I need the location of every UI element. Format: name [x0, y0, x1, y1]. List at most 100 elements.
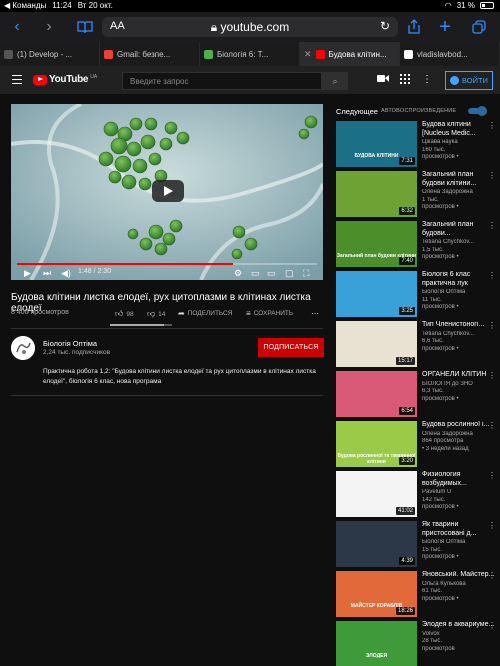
subscribe-button[interactable]: ПОДПИСАТЬСЯ: [258, 338, 324, 357]
next-video-icon[interactable]: ⏭︎: [43, 267, 51, 279]
video-thumbnail[interactable]: Загальний план будови клітини 7:40: [336, 221, 417, 267]
video-thumbnail[interactable]: 41:02: [336, 471, 417, 517]
recommended-channel: Олена Задорожна: [422, 189, 473, 195]
big-play-button[interactable]: [152, 180, 184, 202]
like-count: 98: [126, 310, 134, 318]
more-options-icon[interactable]: ⋮: [488, 571, 496, 580]
browser-toolbar: ‹ › AA 🔒︎ youtube.com ↻ +: [0, 12, 500, 42]
browser-tab[interactable]: ✕ Будова клітин...: [300, 42, 400, 66]
youtube-logo[interactable]: YouTube UA: [33, 74, 97, 85]
settings-gear-icon[interactable]: ⚙︎: [234, 267, 242, 279]
browser-tab[interactable]: Біологія 6: Т...: [200, 42, 300, 66]
more-options-icon[interactable]: ⋮: [488, 221, 496, 230]
recommended-channel: Олена Задорожна: [422, 430, 473, 437]
divider: [11, 328, 323, 329]
new-tab-icon[interactable]: +: [434, 16, 456, 38]
dislike-button[interactable]: 👎︎ 14: [147, 309, 165, 319]
recommended-video[interactable]: 4:39 Як тварини пристосовані д... Біологія…: [336, 521, 496, 567]
more-options-icon[interactable]: ⋮: [488, 171, 496, 180]
recommended-video[interactable]: БУДОВА КЛІТИНИ 7:31 Будова клітини [Nucleu…: [336, 121, 496, 167]
divider: [11, 395, 323, 396]
recommended-video[interactable]: 6:32 Загальний план будови клітини... Олен…: [336, 171, 496, 217]
video-thumbnail[interactable]: 3:25: [336, 271, 417, 317]
address-bar[interactable]: AA 🔒︎ youtube.com ↻: [102, 17, 398, 37]
recommended-video[interactable]: ЭЛОДЕЯ Элодея в аквариуме... Volvox 28 тыс.…: [336, 621, 496, 666]
recommended-title: Тип Членистоногі...: [422, 321, 485, 328]
video-thumbnail[interactable]: 6:54: [336, 371, 417, 417]
duration-badge: 6:32: [399, 207, 415, 215]
video-player[interactable]: ▶ ⏭︎ ◀︎) 1:48 / 2:30 ⚙︎ ▭ ▭ ▢ ⛶: [11, 104, 323, 280]
autoplay-toggle[interactable]: [468, 106, 487, 116]
dislike-count: 14: [158, 310, 166, 318]
video-thumbnail[interactable]: 6:32: [336, 171, 417, 217]
browser-tab[interactable]: vladislavbod...: [400, 42, 500, 66]
recommended-title: Загальний план будови клітини...: [422, 171, 477, 187]
video-thumbnail[interactable]: БУДОВА КЛІТИНИ 7:31: [336, 121, 417, 167]
save-button[interactable]: ≡ СОХРАНИТЬ: [246, 309, 293, 318]
recommended-views: 11 тыс.: [422, 296, 442, 303]
duration-badge: 3:20: [399, 457, 415, 465]
channel-name[interactable]: Біологія Оптіма: [43, 339, 97, 348]
video-thumbnail[interactable]: МАЙСТЕР КОРАБЛІВ 18:26: [336, 571, 417, 617]
miniplayer-icon[interactable]: ▭: [251, 267, 260, 279]
create-video-icon[interactable]: [377, 74, 389, 86]
forward-chevron-icon[interactable]: ›: [38, 16, 60, 38]
browser-tab[interactable]: Gmail: безпе...: [100, 42, 200, 66]
recommended-video[interactable]: 41:02 Физиология возбудимых... Pavelum U 14…: [336, 471, 496, 517]
more-options-icon[interactable]: ⋮: [488, 321, 496, 330]
more-actions-icon[interactable]: ⋯: [311, 309, 319, 318]
video-thumbnail[interactable]: 15:17: [336, 321, 417, 367]
fullscreen-icon[interactable]: ⛶: [303, 267, 309, 279]
tab-title: Будова клітин...: [328, 49, 387, 59]
duration-badge: 18:26: [395, 607, 415, 615]
recommended-age: просмотров •: [422, 395, 459, 402]
more-options-icon[interactable]: ⋮: [488, 421, 496, 430]
play-icon[interactable]: ▶: [24, 267, 31, 279]
bookmarks-icon[interactable]: [74, 16, 96, 38]
recommended-age: просмотров •: [422, 595, 459, 602]
tabs-overview-icon[interactable]: [468, 16, 490, 38]
time-display: 1:48 / 2:30: [78, 268, 112, 275]
video-progress-bar[interactable]: [17, 263, 317, 265]
theater-mode-icon[interactable]: ▭: [267, 267, 276, 279]
share-button[interactable]: ➦ ПОДЕЛИТЬСЯ: [178, 309, 232, 318]
search-icon[interactable]: ⌕: [322, 72, 348, 90]
tab-title: Gmail: безпе...: [117, 49, 171, 59]
search-input[interactable]: Введите запрос: [122, 72, 322, 90]
more-options-icon[interactable]: ⋮: [488, 471, 496, 480]
browser-tab[interactable]: (1) Develop - ...: [0, 42, 100, 66]
apps-grid-icon[interactable]: [399, 74, 411, 86]
recommended-video[interactable]: Загальний план будови клітини 7:40 Загальн…: [336, 221, 496, 267]
recommended-age: просмотров •: [422, 504, 459, 510]
back-chevron-icon[interactable]: ‹: [6, 16, 28, 38]
video-thumbnail[interactable]: ЭЛОДЕЯ: [336, 621, 417, 666]
menu-icon[interactable]: [12, 75, 22, 84]
recommended-views: 142 тыс.: [422, 496, 446, 503]
more-options-icon[interactable]: ⋮: [488, 521, 496, 530]
share-icon[interactable]: [403, 16, 425, 38]
more-options-icon[interactable]: ⋮: [488, 121, 496, 130]
recommended-channel: Ольга Кулькова: [422, 580, 466, 587]
channel-avatar[interactable]: [11, 336, 35, 360]
cast-icon[interactable]: ▢: [285, 267, 294, 279]
recommended-video[interactable]: 3:25 Біологія 6 клас практична лук Біологі…: [336, 271, 496, 317]
recommended-video[interactable]: МАЙСТЕР КОРАБЛІВ 18:26 Яновський. Майстер.…: [336, 571, 496, 617]
back-to-app-label[interactable]: ◀ Команды: [4, 1, 46, 10]
more-options-icon[interactable]: ⋮: [488, 621, 496, 630]
recommended-video[interactable]: Будова рослинної та тваринної клітини 3:2…: [336, 421, 496, 467]
more-options-icon[interactable]: ⋮: [488, 271, 496, 280]
youtube-play-logo-icon: [33, 74, 47, 85]
close-tab-icon[interactable]: ✕: [304, 49, 312, 60]
recommended-video[interactable]: 6:54 ОРГАНЕЛИ КЛІТИН БІОЛОГІЯ до ЗНО 6,3 ты…: [336, 371, 496, 417]
volume-icon[interactable]: ◀︎): [61, 267, 71, 279]
recommended-video[interactable]: 15:17 Тип Членистоногі... Tetiana Chychkov…: [336, 321, 496, 367]
recommended-age: просмотров •: [422, 554, 459, 560]
reload-icon[interactable]: ↻: [380, 19, 390, 33]
login-button[interactable]: ВОЙТИ: [445, 71, 493, 90]
tab-title: vladislavbod...: [417, 49, 468, 59]
video-thumbnail[interactable]: 4:39: [336, 521, 417, 567]
video-thumbnail[interactable]: Будова рослинної та тваринної клітини 3:2…: [336, 421, 417, 467]
like-button[interactable]: 👍︎ 98: [115, 309, 134, 319]
settings-dots-icon[interactable]: ⋮: [421, 74, 433, 86]
more-options-icon[interactable]: ⋮: [488, 371, 496, 380]
